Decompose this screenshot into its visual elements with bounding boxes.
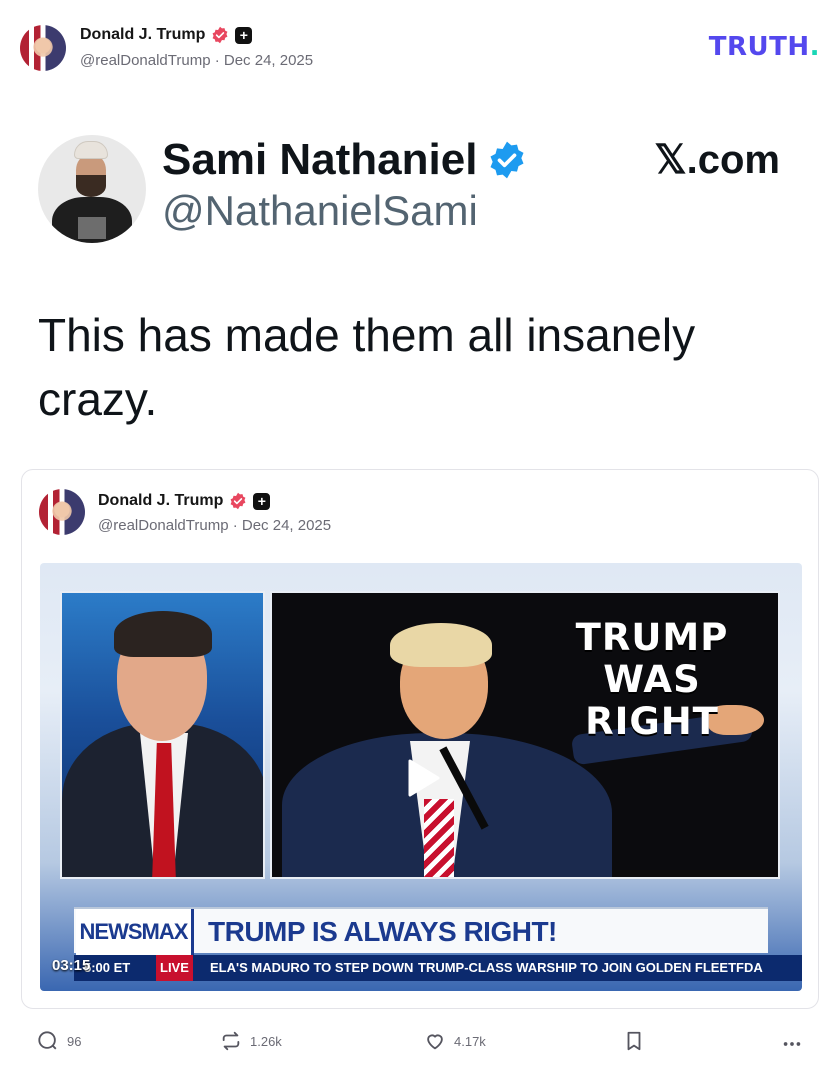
truth-logo-text: TRUTH <box>708 32 810 62</box>
overlay-line-3: RIGHT <box>585 700 719 743</box>
video-duration: 03:15 <box>52 957 91 974</box>
x-post-text: This has made them all insanely crazy. <box>38 309 696 425</box>
quoted-author-avatar[interactable] <box>39 489 85 535</box>
quoted-author-handle: @realDonaldTrump · Dec 24, 2025 <box>98 517 332 534</box>
x-source-label: 𝕏.com <box>654 138 780 182</box>
quoted-author-name-row[interactable]: Donald J. Trump + <box>98 492 271 510</box>
ticker-item: ELA'S MADURO TO STEP DOWN <box>210 960 414 975</box>
retruth-icon <box>222 1031 240 1051</box>
news-lower-third: NEWSMAX TRUMP IS ALWAYS RIGHT! <box>74 907 768 955</box>
like-button[interactable]: 4.17k <box>424 1030 486 1052</box>
blue-verified-icon <box>490 141 524 179</box>
reply-count: 96 <box>67 1033 82 1049</box>
ticker-item: TRUMP-CLASS WARSHIP TO JOIN GOLDEN FLEET <box>418 960 737 975</box>
x-name-row: Sami Nathaniel <box>162 135 527 185</box>
verified-badge-icon <box>212 26 228 44</box>
like-count: 4.17k <box>454 1033 486 1049</box>
speaker-video-panel: TRUMP WAS RIGHT <box>270 591 780 879</box>
plus-badge-icon: + <box>235 26 253 44</box>
quoted-post[interactable]: Donald J. Trump + @realDonaldTrump · Dec… <box>21 469 819 1009</box>
ticker-time: 5:00 ET <box>84 960 131 975</box>
video-player[interactable]: TRUMP WAS RIGHT NEWSMAX TRUMP IS ALWAYS … <box>40 563 802 991</box>
author-handle: @realDonaldTrump · Dec 24, 2025 <box>80 52 314 69</box>
network-logo: NEWSMAX <box>76 909 194 955</box>
retruth-button[interactable]: 1.26k <box>220 1030 282 1052</box>
video-overlay-text: TRUMP WAS RIGHT <box>542 617 762 743</box>
x-post-screenshot: Sami Nathaniel @NathanielSami 𝕏.com This… <box>38 135 798 435</box>
news-ticker: 5:00 ET LIVE ELA'S MADURO TO STEP DOWN T… <box>74 955 802 981</box>
bookmark-button[interactable] <box>623 1030 645 1052</box>
verified-badge-icon <box>230 492 246 510</box>
truth-logo[interactable]: TRUTH. <box>709 32 820 62</box>
author-name[interactable]: Donald J. Trump <box>80 26 205 44</box>
author-name-row[interactable]: Donald J. Trump + <box>80 26 253 44</box>
quoted-author-name[interactable]: Donald J. Trump <box>98 492 223 510</box>
more-icon <box>783 1042 801 1046</box>
author-avatar[interactable] <box>20 25 66 71</box>
retruth-count: 1.26k <box>250 1033 282 1049</box>
bookmark-icon <box>627 1031 641 1051</box>
post-header: Donald J. Trump + @realDonaldTrump · Dec… <box>20 22 820 74</box>
overlay-line-1: TRUMP <box>575 616 729 659</box>
anchor-video-panel <box>60 591 265 879</box>
overlay-line-2: WAS <box>603 658 701 701</box>
more-options-button[interactable] <box>781 1033 803 1055</box>
x-handle: @NathanielSami <box>162 187 478 234</box>
action-bar: 96 1.26k 4.17k <box>37 1030 807 1058</box>
x-name: Sami Nathaniel <box>162 135 478 184</box>
plus-badge-icon: + <box>253 492 271 510</box>
ticker-item: FDA <box>736 960 763 975</box>
truth-logo-dot: . <box>809 32 820 62</box>
ticker-live: LIVE <box>156 955 193 981</box>
reply-button[interactable]: 96 <box>37 1030 81 1052</box>
play-icon[interactable] <box>398 755 444 801</box>
news-headline: TRUMP IS ALWAYS RIGHT! <box>208 916 557 947</box>
x-avatar <box>38 135 146 243</box>
reply-icon <box>38 1031 57 1050</box>
heart-icon <box>427 1034 443 1050</box>
